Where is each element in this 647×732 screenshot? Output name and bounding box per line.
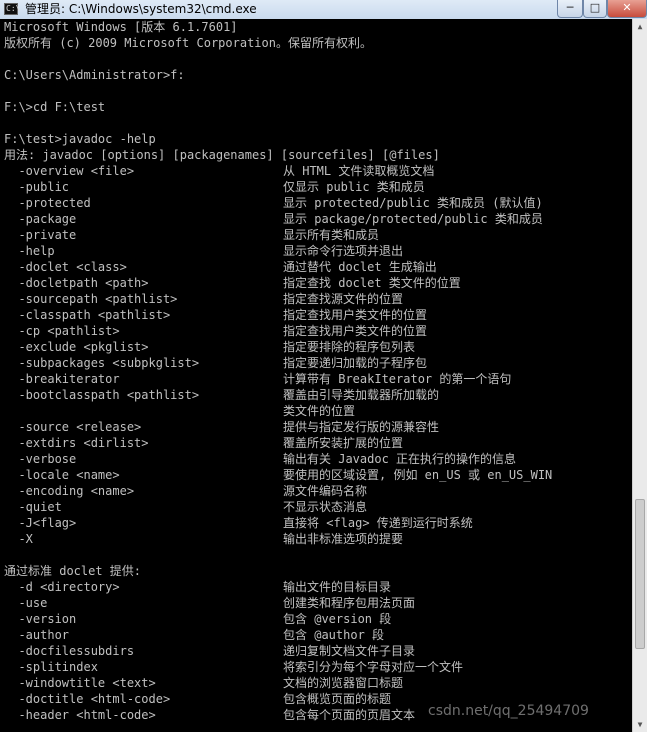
- option-flag: -protected: [4, 196, 91, 210]
- option-flag: -d <directory>: [4, 580, 120, 594]
- option-desc: 计算带有 BreakIterator 的第一个语句: [283, 372, 512, 386]
- option-desc: 显示 package/protected/public 类和成员: [283, 212, 543, 226]
- option-flag: -classpath <pathlist>: [4, 308, 171, 322]
- option-desc: 指定查找用户类文件的位置: [283, 308, 428, 322]
- option-flag: -overview <file>: [4, 164, 135, 178]
- option-flag: -locale <name>: [4, 468, 120, 482]
- option-flag: -use: [4, 596, 48, 610]
- option-flag: -doctitle <html-code>: [4, 692, 171, 706]
- option-desc: 创建类和程序包用法页面: [283, 596, 416, 610]
- option-desc: 递归复制文档文件子目录: [283, 644, 416, 658]
- option-desc: 指定查找 doclet 类文件的位置: [283, 276, 461, 290]
- option-desc: 显示所有类和成员: [283, 228, 380, 242]
- option-flag: -splitindex: [4, 660, 98, 674]
- scrollbar-thumb[interactable]: [635, 499, 645, 649]
- console-line: 版权所有 (c) 2009 Microsoft Corporation。保留所有…: [4, 36, 372, 50]
- console-line: Microsoft Windows [版本 6.1.7601]: [4, 20, 238, 34]
- option-desc: 通过替代 doclet 生成输出: [283, 260, 437, 274]
- option-desc: 指定要递归加载的子程序包: [283, 356, 428, 370]
- option-desc: 文档的浏览器窗口标题: [283, 676, 404, 690]
- option-desc: 提供与指定发行版的源兼容性: [283, 420, 440, 434]
- option-desc: 指定要排除的程序包列表: [283, 340, 416, 354]
- option-desc: 输出文件的目标目录: [283, 580, 392, 594]
- console-line: 用法: javadoc [options] [packagenames] [so…: [4, 148, 440, 162]
- option-flag: -bootclasspath <pathlist>: [4, 388, 200, 402]
- option-desc: 指定查找用户类文件的位置: [283, 324, 428, 338]
- option-flag: -sourcepath <pathlist>: [4, 292, 178, 306]
- option-desc: 包含每个页面的页眉文本: [283, 708, 416, 722]
- watermark: csdn.net/qq_25494709: [428, 703, 589, 719]
- scroll-up-icon[interactable]: ▲: [633, 19, 647, 34]
- option-desc: 直接将 <flag> 传递到运行时系统: [283, 516, 473, 530]
- option-flag: -subpackages <subpkglist>: [4, 356, 200, 370]
- option-desc: 指定查找源文件的位置: [283, 292, 404, 306]
- option-desc: 显示命令行选项并退出: [283, 244, 404, 258]
- option-flag: -version: [4, 612, 77, 626]
- vertical-scrollbar[interactable]: ▲ ▼: [632, 19, 647, 732]
- window-title: 管理员: C:\Windows\system32\cmd.exe: [25, 2, 257, 16]
- option-flag: -windowtitle <text>: [4, 676, 156, 690]
- option-flag: -cp <pathlist>: [4, 324, 120, 338]
- option-flag: -J<flag>: [4, 516, 77, 530]
- console-app-icon[interactable]: C:\: [4, 3, 20, 15]
- option-flag: -package: [4, 212, 77, 226]
- scroll-down-icon[interactable]: ▼: [633, 717, 647, 732]
- option-flag: -source <release>: [4, 420, 142, 434]
- option-flag: -public: [4, 180, 70, 194]
- option-flag: -docletpath <path>: [4, 276, 149, 290]
- option-desc: 将索引分为每个字母对应一个文件: [283, 660, 464, 674]
- option-flag: -private: [4, 228, 77, 242]
- option-flag: -doclet <class>: [4, 260, 127, 274]
- option-desc: 不显示状态消息: [283, 500, 368, 514]
- minimize-button[interactable]: ─: [557, 0, 583, 18]
- option-desc: 类文件的位置: [283, 404, 356, 418]
- option-flag: -encoding <name>: [4, 484, 135, 498]
- option-flag: -X: [4, 532, 33, 546]
- console-line: F:\test>javadoc -help: [4, 132, 156, 146]
- option-desc: 包含概览页面的标题: [283, 692, 392, 706]
- option-flag: -header <html-code>: [4, 708, 156, 722]
- option-desc: 源文件编码名称: [283, 484, 368, 498]
- console-output[interactable]: Microsoft Windows [版本 6.1.7601] 版权所有 (c)…: [0, 19, 632, 732]
- option-flag: -quiet: [4, 500, 62, 514]
- option-desc: 仅显示 public 类和成员: [283, 180, 425, 194]
- option-desc: 覆盖所安装扩展的位置: [283, 436, 404, 450]
- option-desc: 要使用的区域设置, 例如 en_US 或 en_US_WIN: [283, 468, 553, 482]
- option-flag: -author: [4, 628, 70, 642]
- close-button[interactable]: ✕: [607, 0, 647, 18]
- option-desc: 输出非标准选项的提要: [283, 532, 404, 546]
- option-flag: -help: [4, 244, 55, 258]
- option-desc: 显示 protected/public 类和成员 (默认值): [283, 196, 543, 210]
- maximize-button[interactable]: □: [583, 0, 607, 18]
- option-desc: 覆盖由引导类加载器所加载的: [283, 388, 440, 402]
- option-desc: 从 HTML 文件读取概览文档: [283, 164, 435, 178]
- option-flag: -verbose: [4, 452, 77, 466]
- option-desc: 包含 @version 段: [283, 612, 392, 626]
- option-desc: 包含 @author 段: [283, 628, 385, 642]
- option-flag: -extdirs <dirlist>: [4, 436, 149, 450]
- option-flag: -breakiterator: [4, 372, 120, 386]
- option-flag: -docfilessubdirs: [4, 644, 135, 658]
- console-line: F:\>cd F:\test: [4, 100, 106, 114]
- option-desc: 输出有关 Javadoc 正在执行的操作的信息: [283, 452, 517, 466]
- section-heading: 通过标准 doclet 提供:: [4, 564, 142, 578]
- title-bar[interactable]: C:\ 管理员: C:\Windows\system32\cmd.exe ─ □…: [0, 0, 647, 20]
- option-flag: -exclude <pkglist>: [4, 340, 149, 354]
- console-line: C:\Users\Administrator>f:: [4, 68, 185, 82]
